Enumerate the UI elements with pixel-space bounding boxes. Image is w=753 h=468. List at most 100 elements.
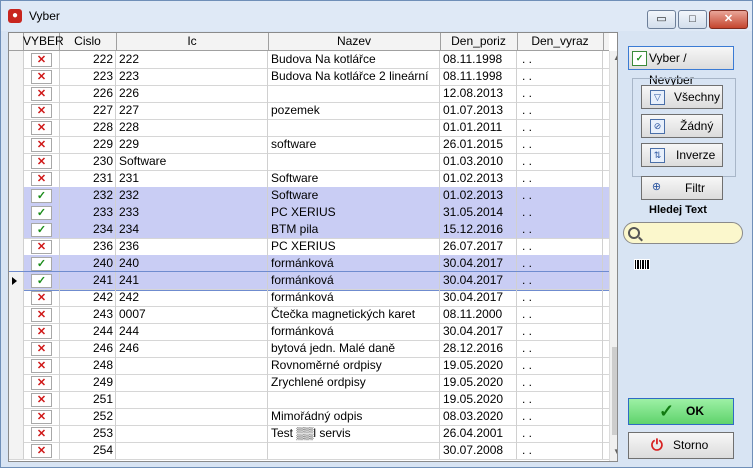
unchecked-icon[interactable]: ✕ xyxy=(31,53,52,67)
vyber-cell[interactable]: ✓ xyxy=(23,187,60,204)
unchecked-icon[interactable]: ✕ xyxy=(31,155,52,169)
unchecked-icon[interactable]: ✕ xyxy=(31,172,52,186)
row-indicator[interactable] xyxy=(9,408,24,425)
toggle-select-button[interactable]: ✓ Vyber / Nevyber xyxy=(628,46,734,87)
vyber-cell[interactable]: ✕ xyxy=(23,238,60,255)
checked-icon[interactable]: ✓ xyxy=(31,206,52,220)
vyber-cell[interactable]: ✕ xyxy=(23,340,60,357)
table-row[interactable]: ✕ 223 223 Budova Na kotlářce 2 lineární 08.1… xyxy=(9,68,609,86)
unchecked-icon[interactable]: ✕ xyxy=(31,359,52,373)
table-row[interactable]: ✕ 246 246 bytová jedn. Malé daně 28.12.2016.… xyxy=(9,340,609,358)
vyber-cell[interactable]: ✕ xyxy=(23,323,60,340)
table-row[interactable]: ✓ 240 240 formánková 30.04.2017. . xyxy=(9,255,609,273)
vyber-cell[interactable]: ✕ xyxy=(23,153,60,170)
row-indicator[interactable] xyxy=(9,170,24,187)
unchecked-icon[interactable]: ✕ xyxy=(31,291,52,305)
vyber-cell[interactable]: ✕ xyxy=(23,408,60,425)
header-den-poriz[interactable]: Den_poriz xyxy=(440,33,518,50)
scroll-down-arrow-icon[interactable]: ▼ xyxy=(612,447,617,457)
table-row[interactable]: ✕ 236 236 PC XERIUS 26.07.2017. . xyxy=(9,238,609,256)
table-row[interactable]: ✕ 242 242 formánková 30.04.2017. . xyxy=(9,289,609,307)
vyber-cell[interactable]: ✕ xyxy=(23,51,60,68)
search-box[interactable] xyxy=(623,222,743,244)
table-row[interactable]: ✕ 253 Test ▒▒l servis 26.04.2001. . xyxy=(9,425,609,443)
table-row[interactable]: ✕ 249 Zrychlené ordpisy 19.05.2020. . xyxy=(9,374,609,392)
table-row[interactable]: ✕ 226 226 12.08.2013. . xyxy=(9,85,609,103)
unchecked-icon[interactable]: ✕ xyxy=(31,393,52,407)
unchecked-icon[interactable]: ✕ xyxy=(31,138,52,152)
unchecked-icon[interactable]: ✕ xyxy=(31,104,52,118)
table-row[interactable]: ✕ 229 229 software 26.01.2015. . xyxy=(9,136,609,154)
table-row[interactable]: ✕ 231 231 Software 01.02.2013. . xyxy=(9,170,609,188)
vyber-cell[interactable]: ✕ xyxy=(23,391,60,408)
table-row[interactable]: ✕ 248 Rovnoměrné ordpisy 19.05.2020. . xyxy=(9,357,609,375)
select-none-button[interactable]: ⊘ Žádný xyxy=(641,114,723,138)
ok-button[interactable]: ✓ OK xyxy=(628,398,734,425)
row-indicator[interactable] xyxy=(9,374,24,391)
invert-button[interactable]: ⇅ Inverze xyxy=(641,143,723,167)
header-den-vyraz[interactable]: Den_vyraz xyxy=(517,33,604,50)
filter-button[interactable]: ⊕ Filtr xyxy=(641,176,723,200)
row-indicator[interactable] xyxy=(9,238,24,255)
row-indicator[interactable] xyxy=(9,289,24,306)
header-cislo[interactable]: Cislo xyxy=(59,33,117,50)
vyber-cell[interactable]: ✕ xyxy=(23,357,60,374)
vertical-scrollbar[interactable]: ▲ ▼ xyxy=(609,51,617,461)
vyber-cell[interactable]: ✕ xyxy=(23,119,60,136)
vyber-cell[interactable]: ✕ xyxy=(23,374,60,391)
search-input[interactable] xyxy=(644,225,742,243)
vyber-cell[interactable]: ✕ xyxy=(23,85,60,102)
row-indicator[interactable] xyxy=(9,306,24,323)
table-row[interactable]: ✕ 254 30.07.2008. . xyxy=(9,442,609,460)
row-indicator[interactable] xyxy=(9,391,24,408)
table-row[interactable]: ✕ 228 228 01.01.2011. . xyxy=(9,119,609,137)
cancel-button[interactable]: ⏻ Storno xyxy=(628,432,734,459)
row-indicator[interactable] xyxy=(9,119,24,136)
vyber-cell[interactable]: ✕ xyxy=(23,306,60,323)
row-indicator[interactable] xyxy=(9,323,24,340)
row-indicator[interactable] xyxy=(9,255,24,272)
row-indicator[interactable] xyxy=(9,51,24,68)
checked-icon[interactable]: ✓ xyxy=(31,189,52,203)
checked-icon[interactable]: ✓ xyxy=(31,257,52,271)
unchecked-icon[interactable]: ✕ xyxy=(31,87,52,101)
unchecked-icon[interactable]: ✕ xyxy=(31,308,52,322)
maximize-button[interactable]: □ xyxy=(678,10,707,29)
unchecked-icon[interactable]: ✕ xyxy=(31,121,52,135)
row-indicator[interactable] xyxy=(9,187,24,204)
unchecked-icon[interactable]: ✕ xyxy=(31,410,52,424)
unchecked-icon[interactable]: ✕ xyxy=(31,342,52,356)
row-indicator[interactable] xyxy=(9,340,24,357)
vyber-cell[interactable]: ✕ xyxy=(23,68,60,85)
title-bar[interactable]: ● Vyber ▭ □ ✕ xyxy=(1,1,752,31)
barcode-icon[interactable] xyxy=(634,259,650,270)
unchecked-icon[interactable]: ✕ xyxy=(31,427,52,441)
vyber-cell[interactable]: ✕ xyxy=(23,289,60,306)
unchecked-icon[interactable]: ✕ xyxy=(31,240,52,254)
vyber-cell[interactable]: ✕ xyxy=(23,136,60,153)
row-indicator[interactable] xyxy=(9,68,24,85)
vyber-cell[interactable]: ✓ xyxy=(23,204,60,221)
header-ic[interactable]: Ic xyxy=(116,33,269,50)
table-row[interactable]: ✓ 232 232 Software 01.02.2013. . xyxy=(9,187,609,205)
unchecked-icon[interactable]: ✕ xyxy=(31,70,52,84)
row-indicator[interactable] xyxy=(9,85,24,102)
table-row[interactable]: ✕ 230 Software 01.03.2010. . xyxy=(9,153,609,171)
scroll-up-arrow-icon[interactable]: ▲ xyxy=(612,53,617,63)
vyber-cell[interactable]: ✕ xyxy=(23,425,60,442)
unchecked-icon[interactable]: ✕ xyxy=(31,376,52,390)
table-row[interactable]: ✕ 227 227 pozemek 01.07.2013. . xyxy=(9,102,609,120)
unchecked-icon[interactable]: ✕ xyxy=(31,444,52,458)
close-button[interactable]: ✕ xyxy=(709,10,748,29)
table-row[interactable]: ✕ 243 0007 Čtečka magnetických karet 08.11.2… xyxy=(9,306,609,324)
row-indicator[interactable] xyxy=(9,442,24,459)
vyber-cell[interactable]: ✕ xyxy=(23,170,60,187)
vyber-cell[interactable]: ✕ xyxy=(23,442,60,459)
vyber-cell[interactable]: ✕ xyxy=(23,102,60,119)
vyber-cell[interactable]: ✓ xyxy=(23,255,60,272)
row-indicator[interactable] xyxy=(9,153,24,170)
checked-icon[interactable]: ✓ xyxy=(31,223,52,237)
table-row[interactable]: ✓ 234 234 BTM pila 15.12.2016. . xyxy=(9,221,609,239)
table-row[interactable]: ✕ 222 222 Budova Na kotlářce 08.11.1998. . xyxy=(9,51,609,69)
checked-icon[interactable]: ✓ xyxy=(31,274,52,288)
